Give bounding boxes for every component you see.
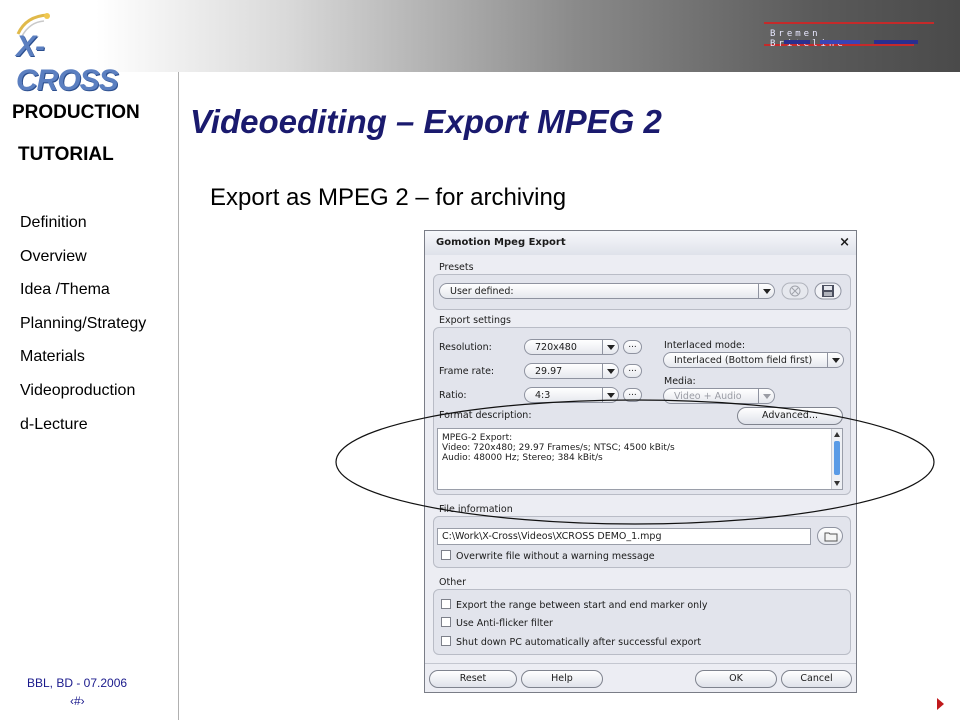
scroll-up-icon[interactable] (834, 432, 840, 437)
logo-text: X-CROSS (16, 30, 119, 97)
button-bar-divider (425, 663, 856, 664)
scroll-thumb[interactable] (834, 441, 840, 475)
export-range-label: Export the range between start and end m… (456, 600, 708, 611)
chevron-down-icon (602, 388, 618, 402)
chevron-down-icon (602, 340, 618, 354)
header-band: X-CROSS Bremen Briteline (0, 0, 960, 97)
dialog-title: Gomotion Mpeg Export (436, 237, 566, 248)
brand-bars-icon (784, 40, 918, 44)
overwrite-label: Overwrite file without a warning message (456, 551, 655, 562)
format-description-label: Format description: (439, 410, 532, 421)
frame-rate-select[interactable]: 29.97 (524, 363, 619, 379)
chevron-down-icon (827, 353, 843, 367)
ok-button[interactable]: OK (695, 670, 777, 688)
shutdown-checkbox[interactable] (441, 636, 451, 646)
mpeg-export-dialog: Gomotion Mpeg Export × Presets User defi… (424, 230, 857, 693)
overwrite-checkbox[interactable] (441, 550, 451, 560)
format-scrollbar[interactable] (831, 429, 842, 489)
help-button[interactable]: Help (521, 670, 603, 688)
format-description-text[interactable]: MPEG-2 Export: Video: 720x480; 29.97 Fra… (437, 428, 843, 490)
ratio-label: Ratio: (439, 390, 467, 401)
anti-flicker-label: Use Anti-flicker filter (456, 618, 553, 629)
format-line-2: Video: 720x480; 29.97 Frames/s; NTSC; 45… (442, 443, 675, 453)
ratio-select[interactable]: 4:3 (524, 387, 619, 403)
interlaced-mode-label: Interlaced mode: (664, 340, 746, 351)
delete-preset-icon[interactable] (781, 282, 809, 300)
footer-text: BBL, BD - 07.2006 (27, 676, 128, 690)
resolution-value: 720x480 (535, 342, 577, 353)
chevron-down-icon (602, 364, 618, 378)
xcross-logo: X-CROSS (4, 6, 119, 97)
other-label: Other (439, 577, 466, 588)
page-number: ‹#› (70, 694, 85, 708)
folder-icon (824, 532, 838, 542)
browse-folder-button[interactable] (817, 527, 843, 545)
file-information-label: File information (439, 504, 513, 515)
sidebar-item-idea-thema[interactable]: Idea /Thema (20, 273, 146, 307)
export-settings-label: Export settings (439, 315, 512, 326)
sidebar-title-line1: PRODUCTION (12, 102, 140, 123)
interlaced-mode-select[interactable]: Interlaced (Bottom field first) (663, 352, 844, 368)
dialog-titlebar: Gomotion Mpeg Export × (425, 231, 856, 255)
page-subtitle: Export as MPEG 2 – for archiving (210, 184, 567, 211)
frame-rate-more-button[interactable]: ... (623, 364, 642, 378)
chevron-down-icon (758, 389, 774, 403)
media-select[interactable]: Video + Audio (663, 388, 775, 404)
overwrite-option[interactable]: Overwrite file without a warning message (441, 550, 655, 562)
shutdown-option[interactable]: Shut down PC automatically after success… (441, 636, 701, 648)
next-slide-arrow-icon[interactable] (937, 698, 944, 710)
media-value: Video + Audio (674, 391, 742, 402)
advanced-button[interactable]: Advanced... (737, 407, 843, 425)
ratio-more-button[interactable]: ... (623, 388, 642, 402)
anti-flicker-option[interactable]: Use Anti-flicker filter (441, 617, 553, 629)
sidebar-title-line2: TUTORIAL (18, 144, 114, 165)
presets-select[interactable]: User defined: (439, 283, 775, 299)
presets-label: Presets (439, 262, 474, 273)
sidebar-item-d-lecture[interactable]: d-Lecture (20, 408, 146, 442)
interlaced-mode-value: Interlaced (Bottom field first) (674, 355, 813, 366)
ratio-value: 4:3 (535, 390, 551, 401)
sidebar-item-planning-strategy[interactable]: Planning/Strategy (20, 307, 146, 341)
shutdown-label: Shut down PC automatically after success… (456, 637, 702, 648)
frame-rate-label: Frame rate: (439, 366, 495, 377)
sidebar-item-materials[interactable]: Materials (20, 340, 146, 374)
presets-value: User defined: (450, 286, 514, 297)
sidebar-item-definition[interactable]: Definition (20, 206, 146, 240)
export-range-checkbox[interactable] (441, 599, 451, 609)
format-line-3: Audio: 48000 Hz; Stereo; 384 kBit/s (442, 453, 603, 463)
anti-flicker-checkbox[interactable] (441, 617, 451, 627)
export-range-option[interactable]: Export the range between start and end m… (441, 599, 707, 611)
resolution-label: Resolution: (439, 342, 492, 353)
cancel-button[interactable]: Cancel (781, 670, 852, 688)
scroll-down-icon[interactable] (834, 481, 840, 486)
sidebar-divider (178, 72, 179, 720)
chevron-down-icon (758, 284, 774, 298)
save-preset-icon[interactable] (814, 282, 842, 300)
sidebar-item-overview[interactable]: Overview (20, 240, 146, 274)
close-icon[interactable]: × (839, 235, 850, 250)
file-path-input[interactable]: C:\Work\X-Cross\Videos\XCROSS DEMO_1.mpg (437, 528, 811, 545)
reset-button[interactable]: Reset (429, 670, 517, 688)
sidebar-nav: Definition Overview Idea /Thema Planning… (20, 206, 146, 441)
format-line-1: MPEG-2 Export: (442, 433, 513, 443)
sidebar-item-videoproduction[interactable]: Videoproduction (20, 374, 146, 408)
page-title: Videoediting – Export MPEG 2 (190, 103, 662, 140)
frame-rate-value: 29.97 (535, 366, 563, 377)
resolution-select[interactable]: 720x480 (524, 339, 619, 355)
resolution-more-button[interactable]: ... (623, 340, 642, 354)
media-label: Media: (664, 376, 696, 387)
